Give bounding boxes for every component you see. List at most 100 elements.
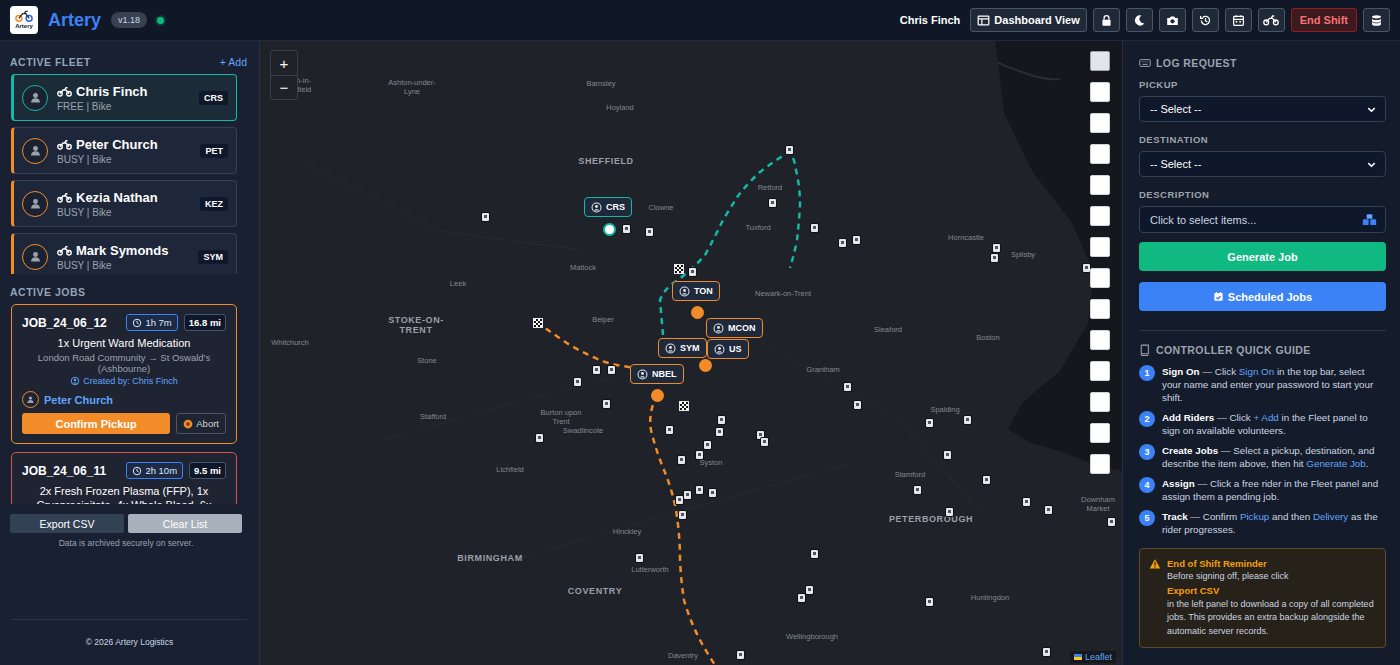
logo[interactable]: Artery — [10, 6, 38, 34]
scheduled-jobs-button[interactable]: Scheduled Jobs — [1139, 282, 1386, 311]
hospital-pin-icon[interactable] — [676, 496, 683, 504]
job-card[interactable]: JOB_24_06_112h 10m9.5 mi2x Fresh Frozen … — [11, 452, 237, 504]
hospital-pin-icon[interactable] — [718, 416, 725, 424]
hospital-pin-icon[interactable] — [798, 594, 805, 602]
job-list[interactable]: JOB_24_06_121h 7m16.8 mi1x Urgent Ward M… — [11, 304, 243, 504]
hospital-pin-icon[interactable] — [574, 378, 581, 386]
theme-button[interactable] — [1126, 8, 1153, 32]
zoom-out-button[interactable]: − — [271, 75, 297, 99]
layer-button[interactable] — [1090, 268, 1110, 288]
hospital-pin-icon[interactable] — [983, 476, 990, 484]
rider-map-marker[interactable]: MCON — [706, 318, 763, 338]
hospital-pin-icon[interactable] — [964, 416, 971, 424]
hospital-pin-icon[interactable] — [608, 366, 615, 374]
hospital-pin-icon[interactable] — [593, 366, 600, 374]
hospital-pin-icon[interactable] — [811, 224, 818, 232]
hospital-pin-icon[interactable] — [666, 426, 673, 434]
layer-button[interactable] — [1090, 206, 1110, 226]
hospital-pin-icon[interactable] — [914, 486, 921, 494]
hospital-pin-icon[interactable] — [944, 451, 951, 459]
rider-map-marker[interactable]: NBEL — [630, 364, 684, 384]
rider-position-dot[interactable] — [651, 389, 664, 402]
leaflet-link[interactable]: Leaflet — [1085, 652, 1112, 662]
riders-button[interactable] — [1258, 8, 1285, 32]
pickup-select[interactable]: -- Select -- — [1139, 96, 1386, 122]
layer-button[interactable] — [1090, 330, 1110, 350]
abort-button[interactable]: Abort — [176, 413, 226, 434]
history-button[interactable] — [1192, 8, 1219, 32]
hospital-pin-icon[interactable] — [839, 239, 846, 247]
hospital-pin-icon[interactable] — [1023, 498, 1030, 506]
layer-button[interactable] — [1090, 82, 1110, 102]
layer-button[interactable] — [1090, 113, 1110, 133]
hospital-pin-icon[interactable] — [786, 146, 793, 154]
hospital-pin-icon[interactable] — [991, 254, 998, 262]
rider-map-marker[interactable]: CRS — [584, 197, 632, 217]
layer-button[interactable] — [1090, 299, 1110, 319]
zoom-in-button[interactable]: + — [271, 51, 297, 75]
rider-card[interactable]: Kezia NathanBUSY | BikeKEZ — [11, 180, 237, 227]
rider-position-dot[interactable] — [699, 359, 712, 372]
rider-map-marker[interactable]: TON — [672, 281, 720, 301]
hospital-pin-icon[interactable] — [482, 213, 489, 221]
hospital-pin-icon[interactable] — [636, 554, 643, 562]
hospital-pin-icon[interactable] — [1043, 648, 1050, 656]
generate-job-button[interactable]: Generate Job — [1139, 242, 1386, 271]
hospital-pin-icon[interactable] — [684, 491, 691, 499]
layer-button[interactable] — [1090, 51, 1110, 71]
fleet-list[interactable]: Chris FinchFREE | BikeCRSPeter ChurchBUS… — [11, 74, 243, 274]
hospital-pin-icon[interactable] — [716, 428, 723, 436]
layer-button[interactable] — [1090, 237, 1110, 257]
hospital-pin-icon[interactable] — [811, 550, 818, 558]
job-card[interactable]: JOB_24_06_121h 7m16.8 mi1x Urgent Ward M… — [11, 304, 237, 444]
map[interactable]: Ashton-in- MakerfieldAshton-under- LyneB… — [260, 41, 1122, 665]
hospital-pin-icon[interactable] — [696, 451, 703, 459]
description-input[interactable] — [1150, 214, 1356, 226]
hospital-pin-icon[interactable] — [926, 419, 933, 427]
snapshot-button[interactable] — [1159, 8, 1186, 32]
checkered-flag-icon[interactable] — [679, 401, 689, 411]
hospital-pin-icon[interactable] — [603, 400, 610, 408]
layer-button[interactable] — [1090, 392, 1110, 412]
hospital-pin-icon[interactable] — [1045, 506, 1052, 514]
hospital-pin-icon[interactable] — [623, 225, 630, 233]
hospital-pin-icon[interactable] — [689, 268, 696, 276]
hospital-pin-icon[interactable] — [854, 401, 861, 409]
description-field[interactable] — [1139, 206, 1386, 233]
hospital-pin-icon[interactable] — [704, 441, 711, 449]
rider-position-dot[interactable] — [691, 306, 704, 319]
hospital-pin-icon[interactable] — [1083, 264, 1090, 272]
hospital-pin-icon[interactable] — [853, 236, 860, 244]
dashboard-view-button[interactable]: Dashboard View — [970, 8, 1086, 32]
hospital-pin-icon[interactable] — [737, 651, 744, 659]
hospital-pin-icon[interactable] — [1108, 518, 1115, 526]
layer-button[interactable] — [1090, 175, 1110, 195]
calendar-button[interactable] — [1225, 8, 1252, 32]
lock-button[interactable] — [1093, 8, 1120, 32]
end-shift-button[interactable]: End Shift — [1291, 8, 1357, 32]
layer-button[interactable] — [1090, 423, 1110, 443]
hospital-pin-icon[interactable] — [696, 486, 703, 494]
checkered-flag-icon[interactable] — [674, 264, 684, 274]
hospital-pin-icon[interactable] — [993, 244, 1000, 252]
database-button[interactable] — [1363, 8, 1390, 32]
hospital-pin-icon[interactable] — [844, 383, 851, 391]
rider-card[interactable]: Mark SymondsBUSY | BikeSYM — [11, 233, 237, 274]
export-csv-button[interactable]: Export CSV — [10, 514, 124, 533]
destination-select[interactable]: -- Select -- — [1139, 151, 1386, 177]
hospital-pin-icon[interactable] — [769, 199, 776, 207]
layer-button[interactable] — [1090, 361, 1110, 381]
clear-list-button[interactable]: Clear List — [128, 514, 242, 533]
layer-button[interactable] — [1090, 454, 1110, 474]
rider-map-marker[interactable]: SYM — [658, 338, 707, 358]
hospital-pin-icon[interactable] — [806, 586, 813, 594]
rider-map-marker[interactable]: US — [707, 339, 749, 359]
rider-position-dot[interactable] — [603, 223, 616, 236]
rider-card[interactable]: Peter ChurchBUSY | BikePET — [11, 127, 237, 174]
hospital-pin-icon[interactable] — [646, 228, 653, 236]
hospital-pin-icon[interactable] — [709, 489, 716, 497]
hospital-pin-icon[interactable] — [761, 438, 768, 446]
hospital-pin-icon[interactable] — [679, 511, 686, 519]
hospital-pin-icon[interactable] — [536, 434, 543, 442]
confirm-pickup-button[interactable]: Confirm Pickup — [22, 413, 170, 434]
